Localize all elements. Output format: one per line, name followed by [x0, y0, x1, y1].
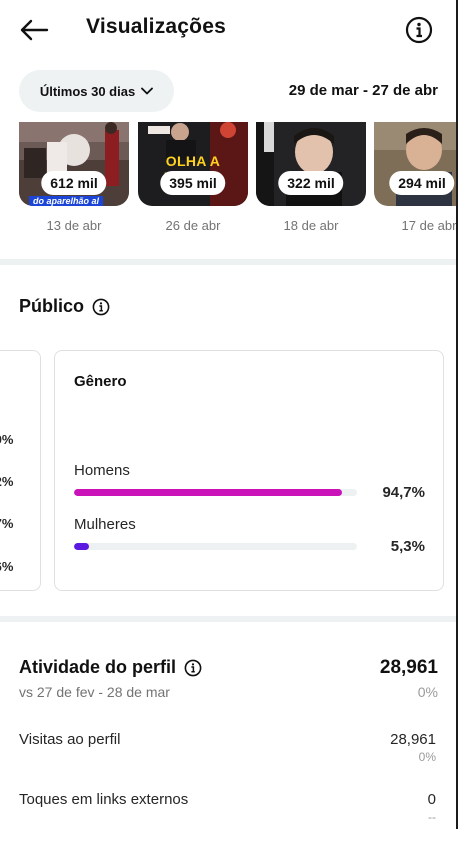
profile-activity-total: 28,961: [379, 657, 438, 678]
external-link-taps-change: --: [428, 810, 436, 824]
gender-bar-men: [74, 489, 357, 496]
gender-label-women: Mulheres: [74, 516, 136, 533]
audience-percentage: ,6%: [0, 559, 14, 574]
audience-section-title: Público: [19, 296, 110, 317]
gender-value-men: 94,7%: [382, 484, 425, 501]
date-range-dropdown[interactable]: Últimos 30 dias: [19, 70, 174, 112]
info-button[interactable]: [400, 12, 438, 48]
profile-visits-label: Visitas ao perfil: [19, 731, 121, 748]
page-title: Visualizações: [86, 15, 226, 38]
comparison-percentage: 0%: [417, 684, 438, 700]
content-thumbnail[interactable]: OLHA A FLECHA 395 mil: [138, 122, 248, 206]
info-icon[interactable]: [92, 298, 110, 316]
top-content-carousel: do aparelhão al 612 mil 13 de abr OLHA A…: [0, 122, 456, 242]
section-divider: [0, 259, 456, 265]
thumbnail-date: 18 de abr: [283, 218, 339, 233]
thumbnail-date: 17 de abr: [401, 218, 456, 233]
date-range-dropdown-label: Últimos 30 dias: [39, 83, 136, 99]
profile-visits-change: 0%: [418, 750, 436, 764]
external-link-taps-row[interactable]: Toques em links externos 0 --: [0, 791, 456, 841]
gender-card[interactable]: Gênero Homens 94,7% Mulheres 5,3%: [54, 350, 444, 591]
profile-visits-row[interactable]: Visitas ao perfil 28,961 0%: [0, 731, 456, 781]
comparison-period: vs 27 de fev - 28 de mar: [19, 684, 170, 700]
audience-percentage: ,9%: [0, 432, 14, 447]
thumbnail-date: 13 de abr: [46, 218, 102, 233]
audience-percentage: ,7%: [0, 516, 14, 531]
profile-visits-value: 28,961: [390, 731, 436, 748]
date-range-text: 29 de mar - 27 de abr: [288, 82, 438, 99]
section-divider: [0, 616, 456, 622]
thumbnail-views-badge: 294 mil: [389, 171, 455, 195]
header: Visualizações: [0, 0, 456, 60]
external-link-taps-label: Toques em links externos: [19, 791, 189, 808]
external-link-taps-value: 0: [427, 791, 436, 808]
back-button[interactable]: [14, 12, 54, 48]
arrow-left-icon: [20, 19, 49, 41]
content-thumbnail[interactable]: 294 mil: [374, 122, 456, 206]
gender-label-men: Homens: [74, 462, 130, 479]
chevron-down-icon: [141, 87, 154, 95]
gender-bar-fill-women: [74, 543, 89, 550]
audience-card-partial[interactable]: ,9% ,2% ,7% ,6%: [0, 350, 41, 591]
content-thumbnail[interactable]: do aparelhão al 612 mil: [19, 122, 129, 206]
info-icon[interactable]: [184, 659, 202, 677]
audience-percentage: ,2%: [0, 474, 14, 489]
audience-title-text: Público: [19, 296, 85, 316]
thumbnail-date: 26 de abr: [165, 218, 221, 233]
gender-card-title: Gênero: [74, 373, 127, 390]
profile-activity-title: Atividade do perfil: [19, 657, 202, 678]
gender-value-women: 5,3%: [390, 538, 425, 555]
gender-bar-fill-men: [74, 489, 342, 496]
gender-bar-women: [74, 543, 357, 550]
content-thumbnail[interactable]: 322 mil: [256, 122, 366, 206]
thumbnail-views-badge: 612 mil: [41, 171, 107, 195]
profile-activity-title-text: Atividade do perfil: [19, 657, 177, 677]
thumbnail-views-badge: 395 mil: [160, 171, 226, 195]
info-icon: [405, 16, 433, 44]
thumbnail-caption: do aparelhão al: [29, 196, 104, 206]
thumbnail-views-badge: 322 mil: [278, 171, 344, 195]
